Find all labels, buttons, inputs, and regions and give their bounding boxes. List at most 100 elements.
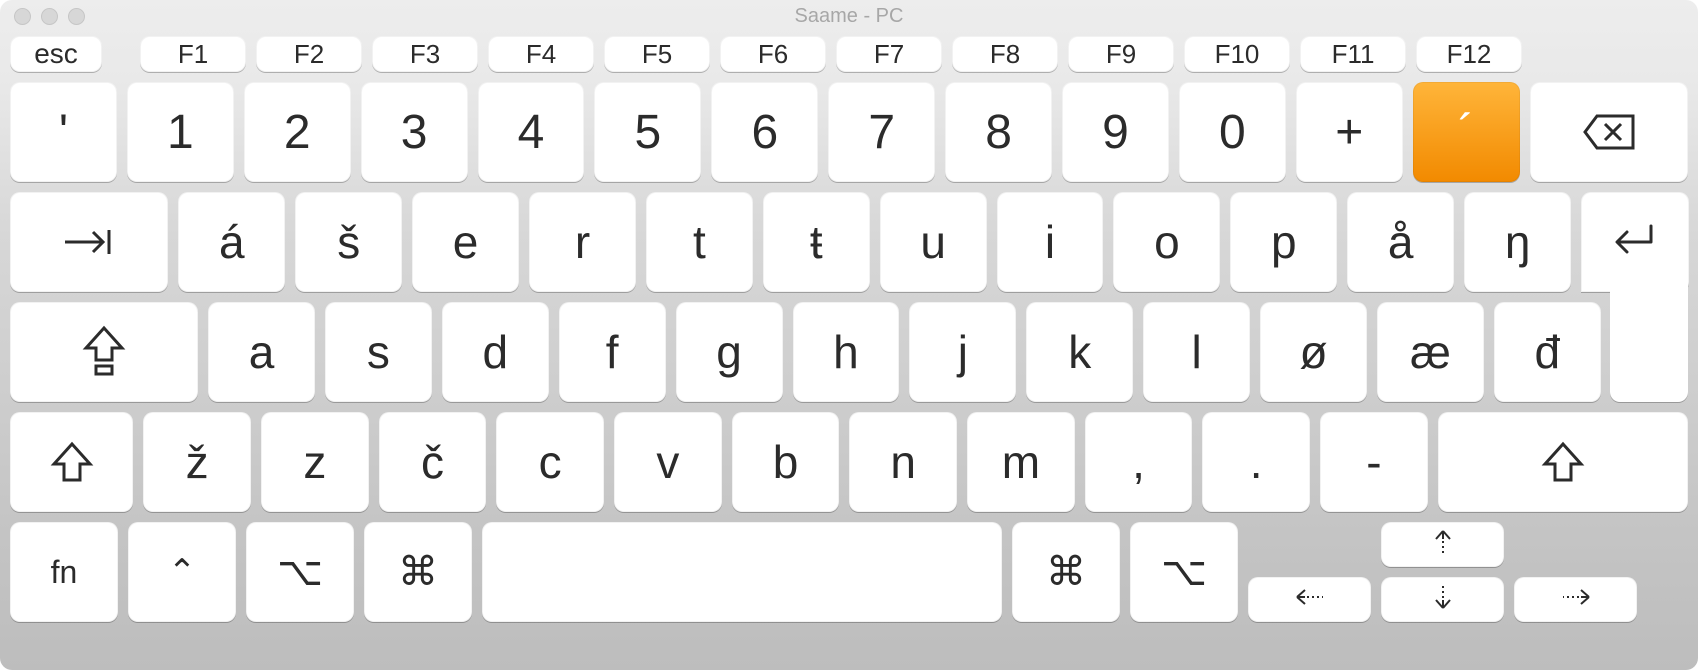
key-shift-right[interactable] [1438,412,1688,512]
key-capslock[interactable] [10,302,198,402]
key-f5[interactable]: F5 [604,36,710,72]
key-option-right[interactable]: ⌥ [1130,522,1238,622]
key-g[interactable]: g [676,302,783,402]
key-d[interactable]: d [442,302,549,402]
key-b[interactable]: b [732,412,840,512]
key-minus[interactable]: - [1320,412,1428,512]
key-ae[interactable]: æ [1377,302,1484,402]
key-space[interactable] [482,522,1002,622]
key-option-left[interactable]: ⌥ [246,522,354,622]
key-f3[interactable]: F3 [372,36,478,72]
key-label: 0 [1219,105,1246,160]
key-a[interactable]: a [208,302,315,402]
key-arrow-down[interactable] [1381,577,1504,622]
row-q: á š e r t ŧ u i o p å ŋ [10,192,1688,292]
key-z-caron[interactable]: ž [143,412,251,512]
zoom-dot[interactable] [68,8,85,25]
key-9[interactable]: 9 [1062,82,1169,182]
key-apostrophe[interactable]: ' [10,82,117,182]
key-label: u [920,215,946,269]
row-a: a s d f g h j k l ø æ đ [10,302,1688,402]
key-comma[interactable]: , [1085,412,1193,512]
key-label: F9 [1106,39,1136,70]
key-f7[interactable]: F7 [836,36,942,72]
key-f11[interactable]: F11 [1300,36,1406,72]
key-enter[interactable] [1581,192,1688,292]
key-c[interactable]: c [496,412,604,512]
shift-icon [1539,438,1587,486]
close-dot[interactable] [14,8,31,25]
key-e[interactable]: e [412,192,519,292]
key-f2[interactable]: F2 [256,36,362,72]
key-m[interactable]: m [967,412,1075,512]
key-plus[interactable]: + [1296,82,1403,182]
key-label: å [1388,215,1414,269]
minimize-dot[interactable] [41,8,58,25]
key-f[interactable]: f [559,302,666,402]
key-a-ring[interactable]: å [1347,192,1454,292]
key-z[interactable]: z [261,412,369,512]
key-l[interactable]: l [1143,302,1250,402]
key-i[interactable]: i [997,192,1104,292]
key-arrow-right[interactable] [1514,577,1637,622]
arrow-up-dotted-icon [1432,527,1454,563]
key-j[interactable]: j [909,302,1016,402]
key-2[interactable]: 2 [244,82,351,182]
key-s-caron[interactable]: š [295,192,402,292]
key-fn[interactable]: fn [10,522,118,622]
key-6[interactable]: 6 [711,82,818,182]
key-c-caron[interactable]: č [379,412,487,512]
key-label: F6 [758,39,788,70]
key-4[interactable]: 4 [478,82,585,182]
key-1[interactable]: 1 [127,82,234,182]
key-o-stroke[interactable]: ø [1260,302,1367,402]
key-t[interactable]: t [646,192,753,292]
key-o[interactable]: o [1113,192,1220,292]
key-f6[interactable]: F6 [720,36,826,72]
key-f1[interactable]: F1 [140,36,246,72]
key-f12[interactable]: F12 [1416,36,1522,72]
key-command-right[interactable]: ⌘ [1012,522,1120,622]
key-label: á [219,215,245,269]
key-k[interactable]: k [1026,302,1133,402]
key-label: k [1068,325,1091,379]
key-s[interactable]: s [325,302,432,402]
key-v[interactable]: v [614,412,722,512]
key-7[interactable]: 7 [828,82,935,182]
key-dead-acute[interactable]: ´ [1413,82,1520,182]
key-label: F7 [874,39,904,70]
key-f8[interactable]: F8 [952,36,1058,72]
key-5[interactable]: 5 [594,82,701,182]
key-period[interactable]: . [1202,412,1310,512]
key-3[interactable]: 3 [361,82,468,182]
key-f4[interactable]: F4 [488,36,594,72]
key-label: ž [186,435,209,489]
key-d-stroke[interactable]: đ [1494,302,1601,402]
key-t-stroke[interactable]: ŧ [763,192,870,292]
key-f10[interactable]: F10 [1184,36,1290,72]
key-command-left[interactable]: ⌘ [364,522,472,622]
key-h[interactable]: h [793,302,900,402]
key-label: ø [1299,325,1327,379]
key-backspace[interactable] [1530,82,1688,182]
key-esc[interactable]: esc [10,36,102,72]
key-p[interactable]: p [1230,192,1337,292]
option-icon: ⌥ [277,549,323,595]
key-n[interactable]: n [849,412,957,512]
key-u[interactable]: u [880,192,987,292]
key-8[interactable]: 8 [945,82,1052,182]
key-r[interactable]: r [529,192,636,292]
key-label: , [1132,435,1145,489]
key-label: esc [34,38,78,70]
key-eng[interactable]: ŋ [1464,192,1571,292]
key-control-left[interactable]: ⌃ [128,522,236,622]
key-a-acute[interactable]: á [178,192,285,292]
key-f9[interactable]: F9 [1068,36,1174,72]
key-arrow-left[interactable] [1248,577,1371,622]
key-shift-left[interactable] [10,412,133,512]
key-label: 7 [868,105,895,160]
key-arrow-up[interactable] [1381,522,1504,567]
key-0[interactable]: 0 [1179,82,1286,182]
key-tab[interactable] [10,192,168,292]
key-label: F10 [1215,39,1260,70]
